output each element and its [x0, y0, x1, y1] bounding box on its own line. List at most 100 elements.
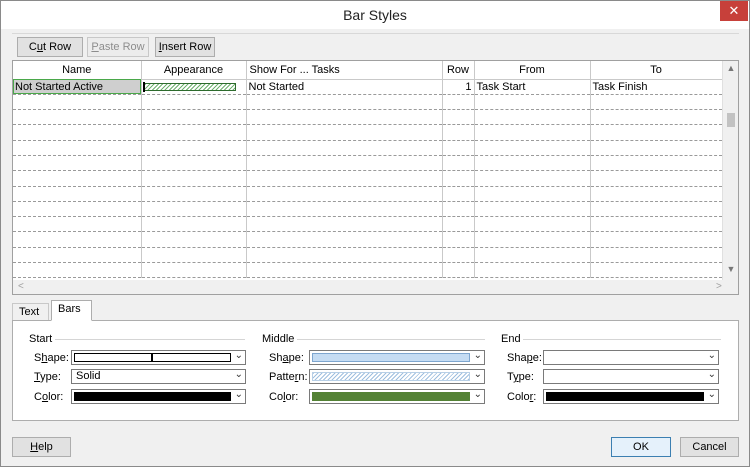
- empty-cell[interactable]: [13, 170, 142, 187]
- cell-from[interactable]: Task Start: [474, 79, 591, 95]
- empty-cell[interactable]: [141, 201, 247, 218]
- start-color-dropdown[interactable]: ⌄: [71, 389, 246, 404]
- column-header-appearance[interactable]: Appearance: [141, 61, 247, 80]
- empty-cell[interactable]: [474, 140, 591, 156]
- empty-cell[interactable]: [246, 155, 443, 172]
- end-type-dropdown[interactable]: ⌄: [543, 369, 719, 384]
- empty-cell[interactable]: [246, 94, 443, 111]
- empty-cell[interactable]: [590, 170, 723, 187]
- empty-cell[interactable]: [13, 247, 142, 264]
- table-row[interactable]: Not Started Active Not Started 1 Task St…: [13, 79, 723, 95]
- insert-row-button[interactable]: Insert Row: [155, 37, 215, 57]
- cell-appearance[interactable]: [141, 79, 247, 95]
- empty-cell[interactable]: [246, 170, 443, 187]
- empty-cell[interactable]: [442, 109, 475, 126]
- tab-bars[interactable]: Bars: [51, 300, 92, 321]
- empty-cell[interactable]: [246, 140, 443, 156]
- empty-cell[interactable]: [442, 231, 475, 248]
- empty-cell[interactable]: [246, 262, 443, 279]
- empty-cell[interactable]: [141, 186, 247, 202]
- ok-button[interactable]: OK: [611, 437, 671, 457]
- bar-styles-grid[interactable]: Name Appearance Show For ... Tasks Row F…: [12, 60, 739, 295]
- cell-show-for[interactable]: Not Started: [246, 79, 443, 95]
- scroll-thumb[interactable]: [727, 113, 735, 127]
- empty-cell[interactable]: [442, 155, 475, 172]
- empty-cell[interactable]: [13, 201, 142, 218]
- scroll-right-icon[interactable]: >: [716, 281, 722, 292]
- table-row[interactable]: [13, 124, 723, 141]
- empty-cell[interactable]: [246, 247, 443, 264]
- empty-cell[interactable]: [590, 186, 723, 202]
- cell-row[interactable]: 1: [442, 79, 475, 95]
- empty-cell[interactable]: [442, 186, 475, 202]
- empty-cell[interactable]: [474, 247, 591, 264]
- empty-cell[interactable]: [442, 140, 475, 156]
- empty-cell[interactable]: [442, 216, 475, 233]
- empty-cell[interactable]: [13, 262, 142, 279]
- column-header-name[interactable]: Name: [13, 61, 142, 80]
- help-button[interactable]: Help: [12, 437, 71, 457]
- start-shape-dropdown[interactable]: ⌄: [71, 350, 246, 365]
- empty-cell[interactable]: [474, 109, 591, 126]
- table-row[interactable]: [13, 201, 723, 218]
- empty-cell[interactable]: [442, 170, 475, 187]
- empty-cell[interactable]: [141, 247, 247, 264]
- empty-cell[interactable]: [13, 124, 142, 141]
- end-shape-dropdown[interactable]: ⌄: [543, 350, 719, 365]
- empty-cell[interactable]: [590, 124, 723, 141]
- empty-cell[interactable]: [590, 94, 723, 111]
- paste-row-button[interactable]: Paste Row: [87, 37, 149, 57]
- close-button[interactable]: ✕: [720, 1, 748, 21]
- empty-cell[interactable]: [141, 216, 247, 233]
- table-row[interactable]: [13, 262, 723, 279]
- empty-cell[interactable]: [141, 262, 247, 279]
- column-header-show-for[interactable]: Show For ... Tasks: [246, 61, 443, 80]
- middle-shape-dropdown[interactable]: ⌄: [309, 350, 485, 365]
- empty-cell[interactable]: [141, 170, 247, 187]
- table-row[interactable]: [13, 186, 723, 202]
- empty-cell[interactable]: [141, 140, 247, 156]
- empty-cell[interactable]: [13, 231, 142, 248]
- empty-cell[interactable]: [590, 140, 723, 156]
- table-row[interactable]: [13, 109, 723, 126]
- empty-cell[interactable]: [474, 231, 591, 248]
- empty-cell[interactable]: [442, 262, 475, 279]
- column-header-to[interactable]: To: [590, 61, 723, 80]
- empty-cell[interactable]: [141, 94, 247, 111]
- horizontal-scrollbar[interactable]: < >: [13, 280, 723, 294]
- empty-cell[interactable]: [474, 155, 591, 172]
- empty-cell[interactable]: [246, 216, 443, 233]
- cut-row-button[interactable]: Cut Row: [17, 37, 83, 57]
- table-row[interactable]: [13, 140, 723, 156]
- empty-cell[interactable]: [13, 94, 142, 111]
- scroll-up-icon[interactable]: ▲: [723, 63, 738, 73]
- table-row[interactable]: [13, 216, 723, 233]
- empty-cell[interactable]: [246, 186, 443, 202]
- empty-cell[interactable]: [474, 170, 591, 187]
- empty-cell[interactable]: [590, 155, 723, 172]
- empty-cell[interactable]: [141, 124, 247, 141]
- empty-cell[interactable]: [442, 124, 475, 141]
- empty-cell[interactable]: [590, 247, 723, 264]
- table-row[interactable]: [13, 247, 723, 264]
- vertical-scrollbar[interactable]: ▲ ▼: [722, 61, 738, 294]
- empty-cell[interactable]: [141, 231, 247, 248]
- middle-color-dropdown[interactable]: ⌄: [309, 389, 485, 404]
- empty-cell[interactable]: [13, 140, 142, 156]
- empty-cell[interactable]: [13, 216, 142, 233]
- empty-cell[interactable]: [590, 109, 723, 126]
- empty-cell[interactable]: [13, 109, 142, 126]
- column-header-from[interactable]: From: [474, 61, 591, 80]
- start-type-dropdown[interactable]: Solid ⌄: [71, 369, 246, 384]
- empty-cell[interactable]: [590, 231, 723, 248]
- end-color-dropdown[interactable]: ⌄: [543, 389, 719, 404]
- tab-text[interactable]: Text: [12, 303, 49, 321]
- cancel-button[interactable]: Cancel: [680, 437, 739, 457]
- empty-cell[interactable]: [13, 186, 142, 202]
- empty-cell[interactable]: [474, 201, 591, 218]
- empty-cell[interactable]: [141, 109, 247, 126]
- empty-cell[interactable]: [442, 94, 475, 111]
- column-header-row[interactable]: Row: [442, 61, 475, 80]
- scroll-left-icon[interactable]: <: [18, 281, 24, 292]
- empty-cell[interactable]: [442, 247, 475, 264]
